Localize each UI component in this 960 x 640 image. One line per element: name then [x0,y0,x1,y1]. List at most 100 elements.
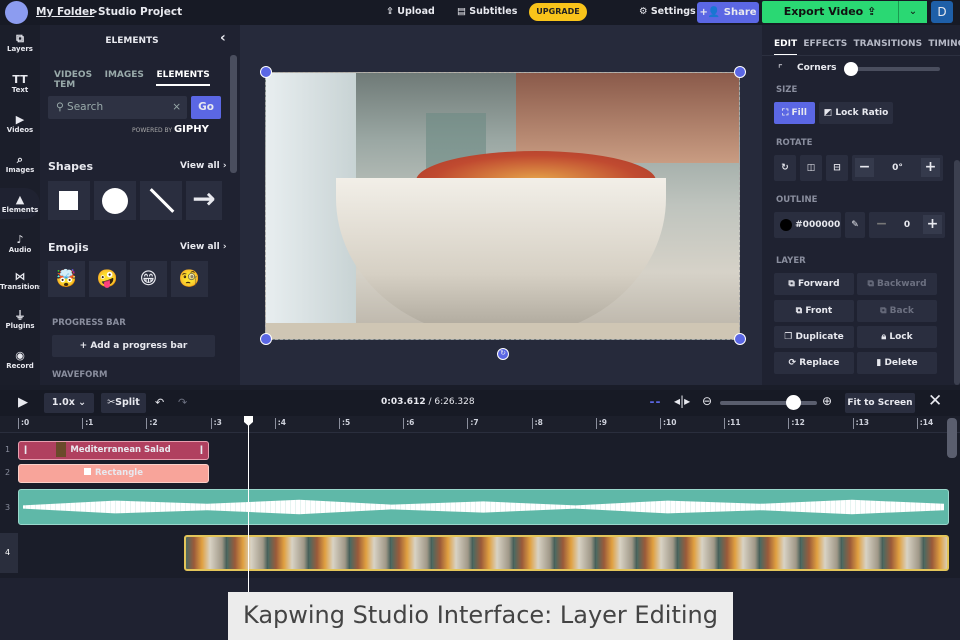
share-button[interactable]: +👤 Share [697,2,759,23]
kapwing-logo[interactable] [5,1,28,24]
tab-videos[interactable]: VIDEOS [54,70,92,80]
plus-icon[interactable]: + [923,215,942,234]
shapes-view-all[interactable]: View all › [180,161,227,171]
settings-button[interactable]: ⚙ Settings [639,6,696,17]
emoji-item[interactable]: 😁 [130,261,167,297]
user-avatar[interactable]: D [931,1,953,23]
rotate-button[interactable]: ↻ [774,155,796,181]
duplicate-button[interactable]: ❐ Duplicate [774,326,854,348]
flip-vertical-button[interactable]: ⊟ [826,155,848,181]
subtitles-icon: ▤ [457,6,470,17]
outline-color-button[interactable]: #000000 [774,212,841,238]
plus-icon[interactable]: + [921,158,940,177]
play-button[interactable]: ▶ [18,395,28,410]
resize-handle-bottom-right[interactable] [734,333,746,345]
export-dropdown[interactable]: ⌄ [898,1,927,23]
corners-slider[interactable] [844,62,940,76]
sidebar-item-transitions[interactable]: ⋈ Transitions [0,270,43,291]
flip-horizontal-button[interactable]: ◫ [800,155,822,181]
delete-button[interactable]: ▮ Delete [857,352,937,374]
audio-waveform-clip[interactable] [18,489,949,525]
fill-button[interactable]: ⛶ Fill [774,102,815,124]
lock-button[interactable]: 🔒︎ Lock [857,326,937,348]
resize-handle-top-left[interactable] [260,66,272,78]
go-button[interactable]: Go [191,96,221,119]
trim-handle-right[interactable]: ǀ [200,442,203,459]
track-clip-rectangle[interactable]: Rectangle [18,464,209,483]
tab-transitions[interactable]: TRANSITIONS [854,39,923,49]
resize-handle-bottom-left[interactable] [260,333,272,345]
corners-slider-thumb[interactable] [844,62,858,76]
tab-templates[interactable]: TEM [54,80,75,90]
trim-handle-left[interactable]: ǀ [24,442,27,459]
collapse-panel-icon[interactable]: ‹ [220,30,226,46]
emoji-item[interactable]: 🧐 [171,261,208,297]
sidebar-item-audio[interactable]: ♪ Audio [0,233,40,254]
shape-arrow[interactable]: → [186,181,222,220]
sidebar-item-text[interactable]: TT Text [0,73,40,94]
export-video-button[interactable]: Export Video ⇪ [762,1,898,23]
resize-handle-top-right[interactable] [734,66,746,78]
snap-toggle[interactable]: ⁃⁃ [649,395,661,409]
track-clip-mediterranean-salad[interactable]: ǀ Mediterranean Salad ǀ [18,441,209,460]
project-title[interactable]: Studio Project [98,6,182,18]
timeline-ruler[interactable]: :0:1:2:3:4:5:6:7:8:9:10:11:12:13:14 [0,416,960,433]
tab-effects[interactable]: EFFECTS [803,39,847,49]
rotate-handle[interactable]: ↻ [497,348,509,360]
tab-edit[interactable]: EDIT [774,39,798,56]
forward-button[interactable]: ⧉ Forward [774,273,854,295]
back-button[interactable]: ⧉ Back [857,300,937,322]
speed-select[interactable]: 1.0x ⌄ [44,393,94,413]
upgrade-button[interactable]: UPGRADE [529,3,587,21]
video-preview[interactable] [265,72,740,340]
split-button[interactable]: ✂Split [101,393,146,413]
fit-to-screen-button[interactable]: Fit to Screen [845,393,915,413]
breadcrumb-folder[interactable]: My Folder [36,6,94,18]
eyedropper-button[interactable]: ✎ [845,212,865,238]
timeline-zoom-slider[interactable] [720,395,817,410]
tab-timing[interactable]: TIMING [928,39,960,49]
emoji-item[interactable]: 🤯 [48,261,85,297]
replace-button[interactable]: ⟳ Replace [774,352,854,374]
close-icon: ✕ [928,391,943,411]
upload-button[interactable]: ⇪ Upload [386,6,435,17]
timeline-scrollbar[interactable] [947,418,957,458]
sidebar-item-record[interactable]: ◉ Record [0,349,40,370]
outline-stepper[interactable]: − 0 + [869,212,945,238]
sidebar-item-layers[interactable]: ⧉ Layers [0,32,40,53]
subtitles-button[interactable]: ▤ Subtitles [457,6,517,17]
shape-circle[interactable] [94,181,136,220]
close-timeline-button[interactable]: ✕ [928,391,942,411]
minus-icon[interactable]: − [872,215,891,234]
lock-ratio-button[interactable]: ◩ Lock Ratio [819,102,893,124]
shape-square[interactable] [48,181,90,220]
add-progress-bar-button[interactable]: + Add a progress bar [52,335,215,357]
sidebar-item-elements[interactable]: ▲ Elements [0,188,40,219]
zoom-slider-thumb[interactable] [785,395,801,410]
sidebar-item-images[interactable]: ⌕ Images [0,153,40,174]
sidebar-item-plugins[interactable]: ⏚ Plugins [0,309,40,330]
zoom-in-button[interactable]: ⊕ [822,394,832,408]
edit-panel-scrollbar[interactable] [954,160,960,385]
emojis-view-all[interactable]: View all › [180,242,227,252]
ruler-tick-label: :8 [531,418,543,429]
minus-icon[interactable]: − [855,158,874,177]
panel-scrollbar[interactable] [230,55,237,173]
zoom-out-button[interactable]: ⊖ [702,394,712,408]
outline-value[interactable]: 0 [904,220,910,230]
tab-elements[interactable]: ELEMENTS [156,70,210,86]
clear-icon[interactable]: × [172,101,181,113]
search-input[interactable]: ⚲ Search × [48,96,187,119]
shape-line[interactable] [140,181,182,220]
redo-button[interactable]: ↷ [178,396,187,409]
front-button[interactable]: ⧉ Front [774,300,854,322]
rotate-value[interactable]: 0° [892,163,903,173]
sidebar-item-videos[interactable]: ▶ Videos [0,113,40,134]
undo-button[interactable]: ↶ [155,396,164,409]
tab-images[interactable]: IMAGES [105,70,144,80]
video-clip-track[interactable] [184,535,949,571]
split-view-button[interactable]: ◂|▸ [674,394,690,408]
emoji-item[interactable]: 🤪 [89,261,126,297]
rotate-stepper[interactable]: − 0° + [852,155,943,181]
backward-button[interactable]: ⧉ Backward [857,273,937,295]
